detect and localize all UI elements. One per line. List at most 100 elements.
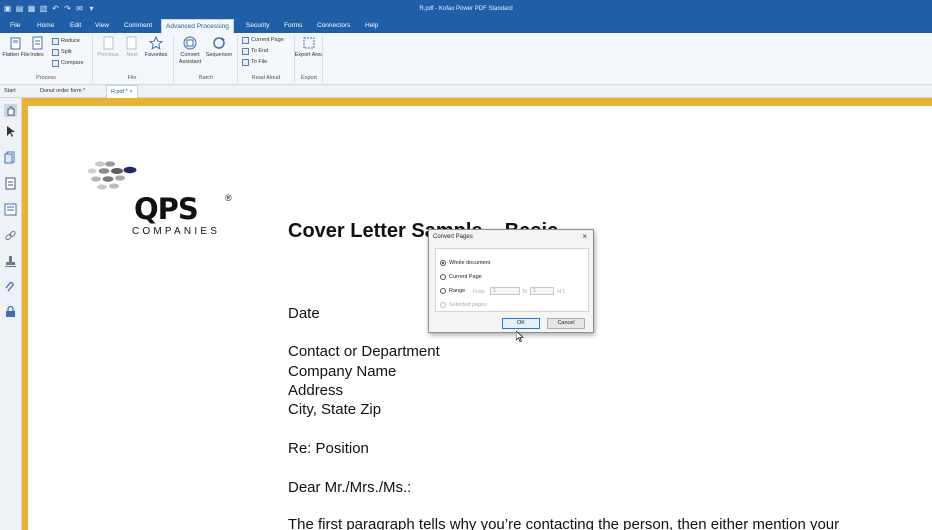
convert-assistant-button[interactable]: Convert Assistant	[175, 36, 205, 65]
group-label-file: File	[127, 75, 137, 81]
star-icon	[149, 36, 163, 50]
range-to-input[interactable]: 1	[530, 287, 554, 295]
mouse-cursor-icon	[516, 331, 524, 342]
ribbon: Flatten File Index Reduce Split Compare …	[0, 33, 932, 85]
convert-assistant-label: Convert Assistant	[178, 52, 202, 65]
tab-file[interactable]: File	[6, 19, 24, 33]
attachment-icon[interactable]	[4, 281, 17, 294]
previous-label: Previous	[97, 52, 119, 58]
radio-range[interactable]	[440, 288, 446, 294]
tab-security[interactable]: Security	[242, 19, 273, 33]
sequencer-button[interactable]: Sequencer	[204, 36, 234, 59]
index-button[interactable]: Index	[22, 36, 52, 59]
group-separator	[322, 36, 323, 82]
sequencer-icon	[213, 37, 225, 49]
compare-icon	[52, 60, 59, 67]
reduce-label: Reduce	[61, 38, 80, 44]
to-end-icon	[242, 48, 249, 55]
read-current-page-button[interactable]: Current Page	[242, 36, 284, 45]
to-end-label: To End	[251, 48, 269, 54]
tab-forms[interactable]: Forms	[280, 19, 306, 33]
radio-whole-document[interactable]	[440, 260, 446, 266]
group-label-batch: Batch	[198, 75, 214, 81]
pages-panel-icon[interactable]	[4, 151, 17, 164]
close-tab-icon[interactable]: ×	[129, 89, 132, 95]
stamp-icon[interactable]	[4, 255, 17, 268]
close-icon[interactable]: ×	[582, 232, 587, 241]
tab-home[interactable]: Home	[33, 19, 58, 33]
split-icon	[52, 49, 59, 56]
split-button[interactable]: Split	[52, 48, 72, 57]
current-page-icon	[242, 37, 249, 44]
doc-line-city: City, State Zip	[288, 401, 382, 418]
range-label[interactable]: Range	[449, 288, 465, 294]
qps-logo-subtitle: COMPANIES	[132, 226, 221, 237]
menu-bar: File Home Edit View Comment Advanced Pro…	[0, 19, 932, 33]
from-label: From	[473, 289, 485, 295]
logo-registered-mark: ®	[225, 193, 232, 203]
whole-document-label[interactable]: Whole document	[449, 260, 490, 266]
index-icon	[32, 36, 43, 50]
doc-line-greeting: Dear Mr./Mrs./Ms.:	[288, 479, 412, 496]
title-bar: ▣ ▤ ▦ ▥ ↶ ↷ ✉ ▾ R.pdf - Kofax Power PDF …	[0, 0, 932, 19]
select-arrow-icon[interactable]	[4, 125, 17, 138]
doc-line-company: Company Name	[288, 363, 397, 380]
favorites-button[interactable]: Favorites	[141, 36, 171, 59]
selected-pages-label: Selected pages	[449, 302, 487, 308]
previous-icon	[103, 36, 114, 50]
group-label-read-aloud: Read Aloud	[251, 75, 281, 81]
tab-view[interactable]: View	[91, 19, 113, 33]
index-label: Index	[30, 52, 44, 58]
read-to-file-button[interactable]: To File	[242, 58, 267, 67]
tab-comment[interactable]: Comment	[120, 19, 156, 33]
export-area-button[interactable]: Export Area	[294, 36, 324, 59]
doc-tab-start[interactable]: Start	[0, 85, 20, 98]
dialog-title: Convert Pages	[433, 234, 473, 240]
left-toolbar	[0, 98, 22, 530]
export-area-icon	[303, 37, 315, 49]
doc-line-paragraph: The first paragraph tells why you’re con…	[288, 516, 840, 530]
reduce-button[interactable]: Reduce	[52, 37, 80, 46]
convert-assistant-icon	[183, 36, 197, 50]
tab-advanced-processing[interactable]: Advanced Processing	[161, 19, 234, 33]
group-separator	[237, 36, 238, 82]
compare-button[interactable]: Compare	[52, 59, 84, 68]
dialog-options-panel: Whole document Current Page Range From 1…	[435, 248, 589, 312]
app-window: ▣ ▤ ▦ ▥ ↶ ↷ ✉ ▾ R.pdf - Kofax Power PDF …	[0, 0, 932, 530]
compare-label: Compare	[61, 60, 84, 66]
group-label-export: Export	[301, 75, 317, 81]
doc-tab-donut-order-form[interactable]: Donut order form *	[36, 85, 89, 98]
next-label: Next	[126, 52, 138, 58]
tab-help[interactable]: Help	[361, 19, 382, 33]
lock-icon[interactable]	[4, 305, 17, 318]
doc-tab-rpdf[interactable]: R.pdf * ×	[106, 85, 138, 98]
sequencer-label: Sequencer	[205, 52, 233, 58]
group-label-process: Process	[36, 75, 56, 81]
doc-tab-rpdf-label: R.pdf *	[111, 89, 128, 95]
ok-button[interactable]: OK	[502, 318, 540, 329]
radio-selected-pages	[440, 302, 446, 308]
hand-tool-icon[interactable]	[4, 104, 17, 117]
tab-edit[interactable]: Edit	[66, 19, 85, 33]
favorites-label: Favorites	[144, 52, 168, 58]
doc-line-address: Address	[288, 382, 344, 399]
document-tabs: Start Donut order form * R.pdf * ×	[0, 85, 932, 98]
reduce-icon	[52, 38, 59, 45]
of-total-label: of 1	[557, 289, 566, 295]
current-page-option-label[interactable]: Current Page	[449, 274, 482, 280]
radio-current-page[interactable]	[440, 274, 446, 280]
read-to-end-button[interactable]: To End	[242, 47, 268, 56]
current-page-label: Current Page	[251, 37, 284, 43]
to-label: To	[522, 289, 528, 295]
link-icon[interactable]	[4, 229, 17, 242]
doc-line-date: Date	[288, 305, 320, 322]
cancel-button[interactable]: Cancel	[547, 318, 585, 329]
export-area-label: Export Area	[294, 52, 324, 58]
doc-line-contact: Contact or Department	[288, 343, 440, 360]
doc-line-re: Re: Position	[288, 440, 369, 457]
tab-connectors[interactable]: Connectors	[313, 19, 354, 33]
range-from-input[interactable]: 1	[490, 287, 520, 295]
document-icon[interactable]	[4, 177, 17, 190]
convert-pages-dialog: Convert Pages × Whole document Current P…	[428, 229, 594, 333]
bookmarks-icon[interactable]	[4, 203, 17, 216]
